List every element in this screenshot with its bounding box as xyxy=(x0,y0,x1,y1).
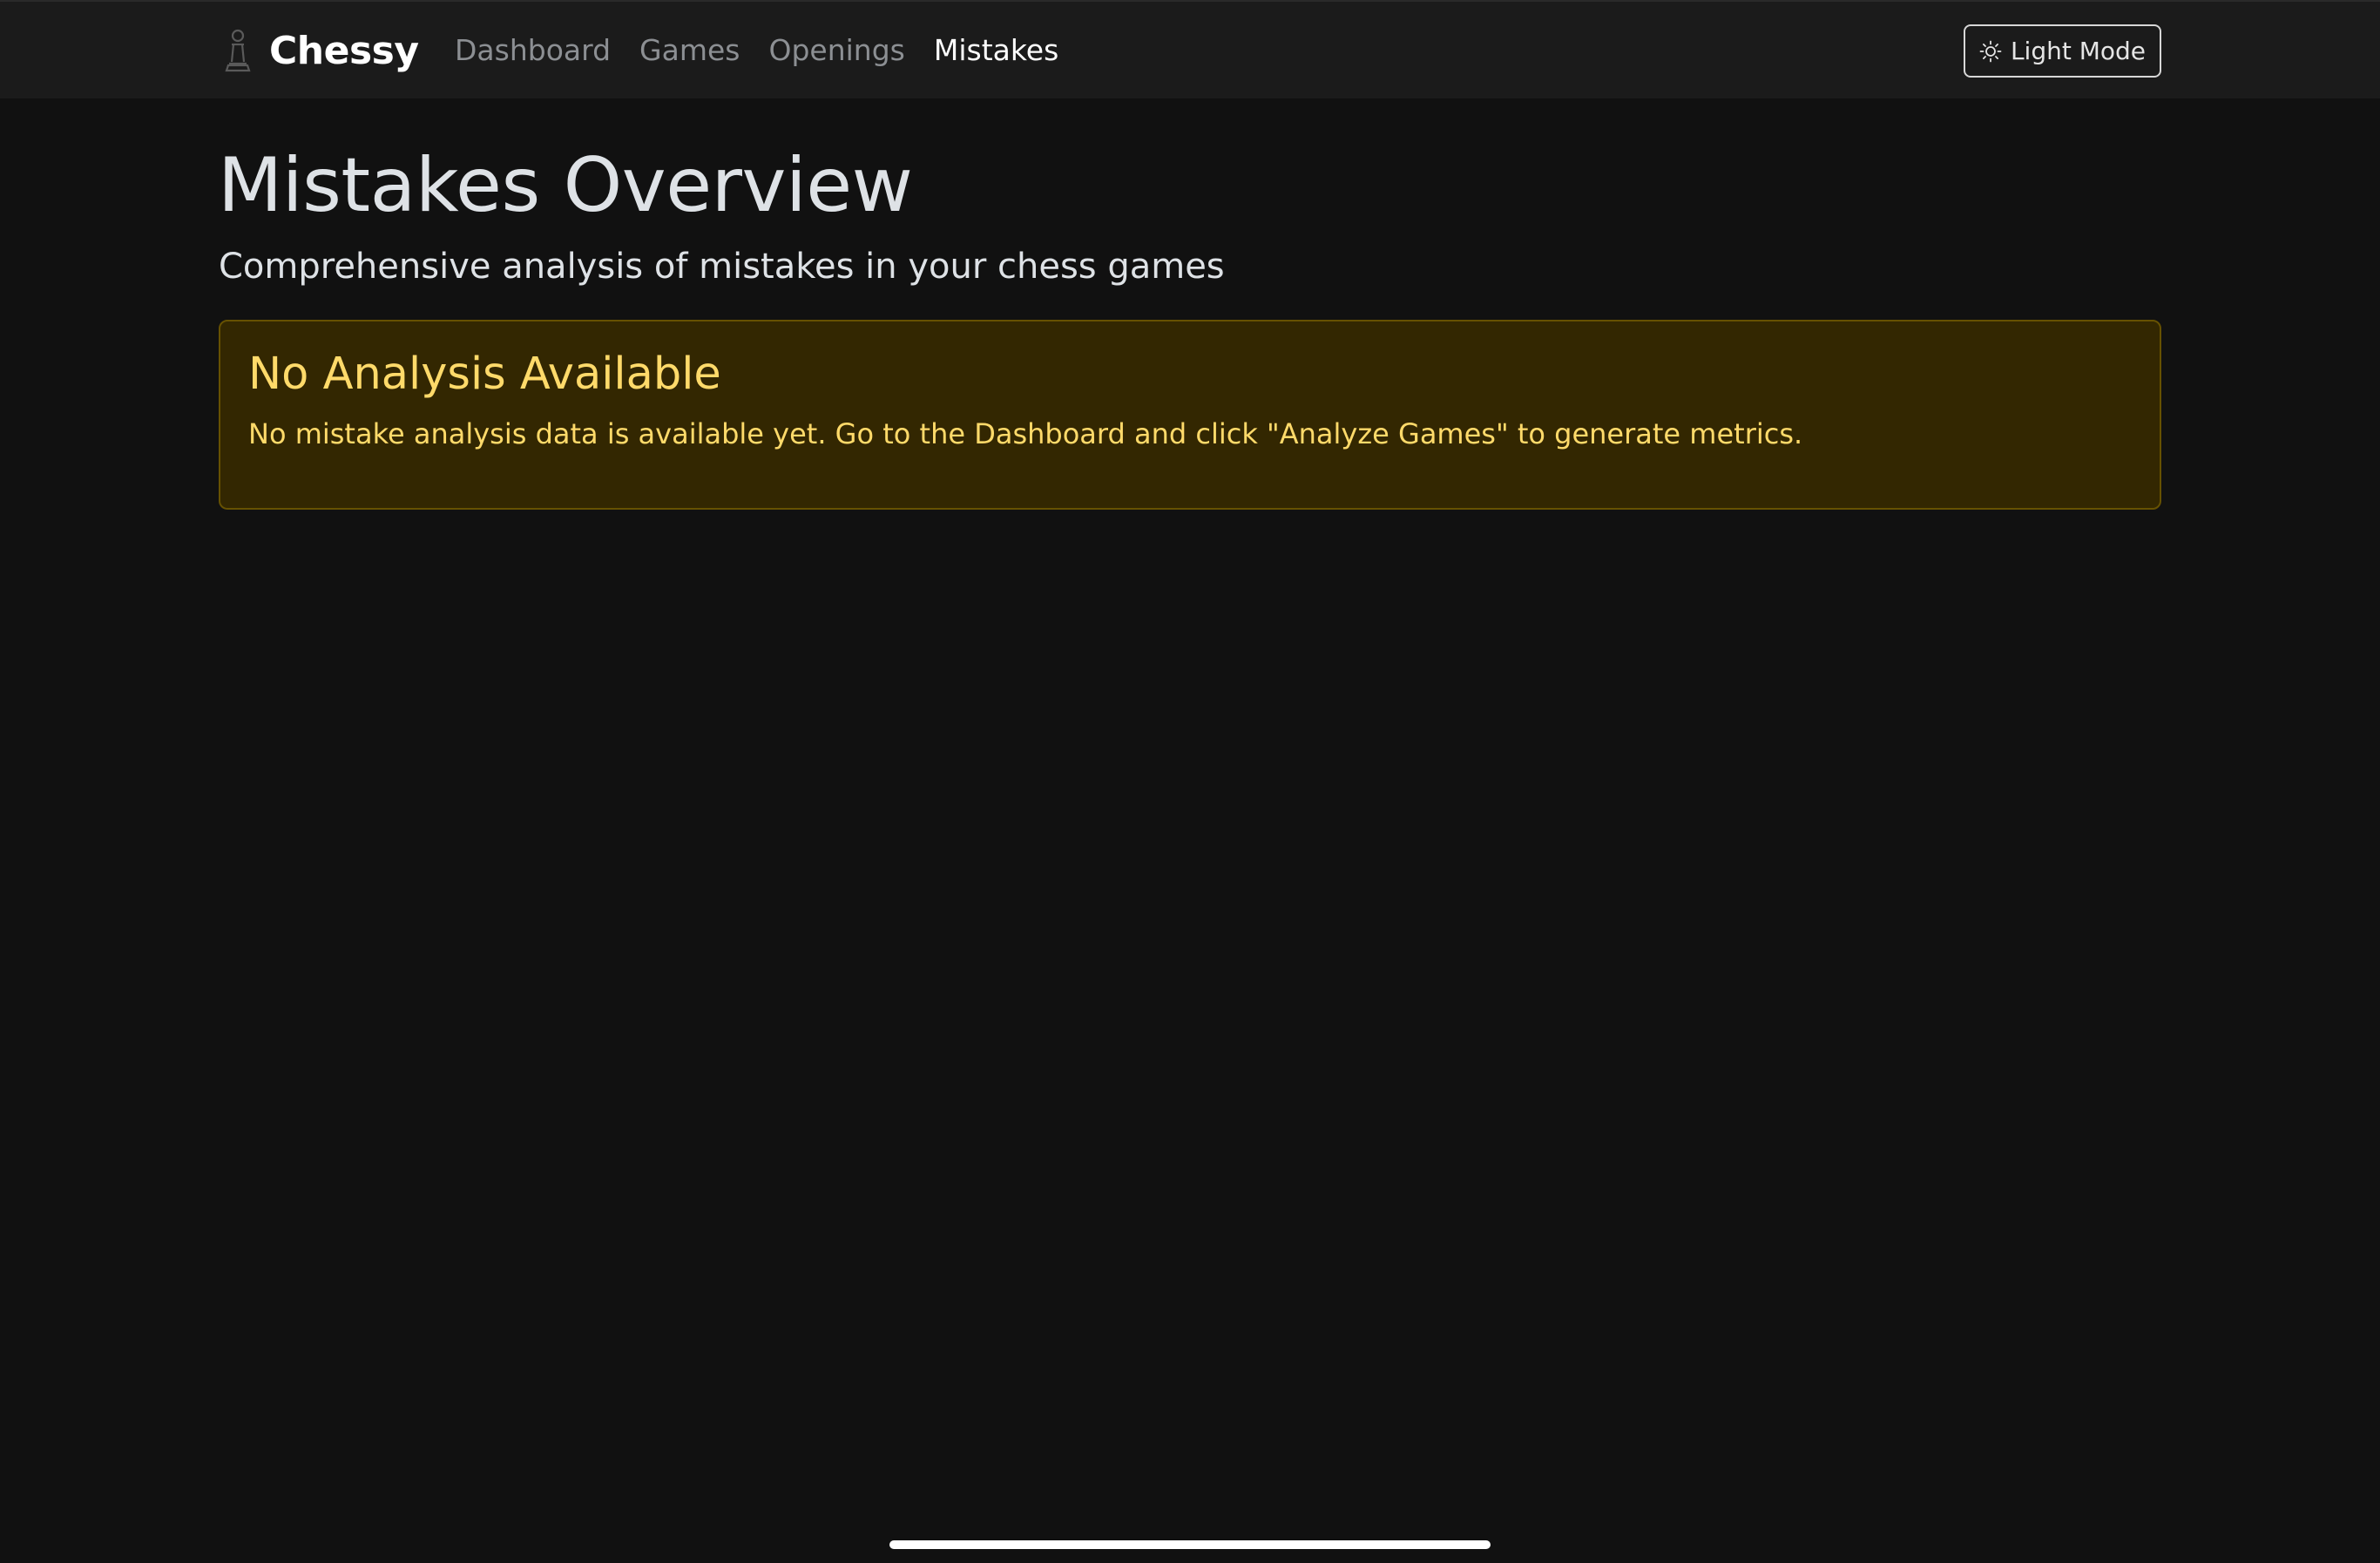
alert-message: No mistake analysis data is available ye… xyxy=(248,417,1803,450)
page-subtitle: Comprehensive analysis of mistakes in yo… xyxy=(219,247,1225,287)
nav-item-openings[interactable]: Openings xyxy=(768,28,904,73)
chess-pawn-icon xyxy=(225,29,251,72)
light-mode-toggle-button[interactable]: Light Mode xyxy=(1964,24,2161,78)
main-nav: Dashboard Games Openings Mistakes xyxy=(455,28,1058,73)
alert-heading: No Analysis Available xyxy=(248,348,721,400)
top-navbar: Chessy Dashboard Games Openings Mistakes… xyxy=(0,0,2380,98)
page-title: Mistakes Overview xyxy=(218,142,913,229)
nav-item-mistakes[interactable]: Mistakes xyxy=(934,28,1058,73)
light-mode-label: Light Mode xyxy=(2010,37,2147,65)
sun-icon xyxy=(1979,40,2002,62)
brand-link[interactable]: Chessy xyxy=(220,24,419,77)
no-analysis-alert: No Analysis Available No mistake analysi… xyxy=(219,320,2161,510)
brand-name: Chessy xyxy=(269,28,419,73)
nav-item-dashboard[interactable]: Dashboard xyxy=(455,28,611,73)
nav-item-games[interactable]: Games xyxy=(639,28,740,73)
home-indicator xyxy=(889,1540,1491,1549)
